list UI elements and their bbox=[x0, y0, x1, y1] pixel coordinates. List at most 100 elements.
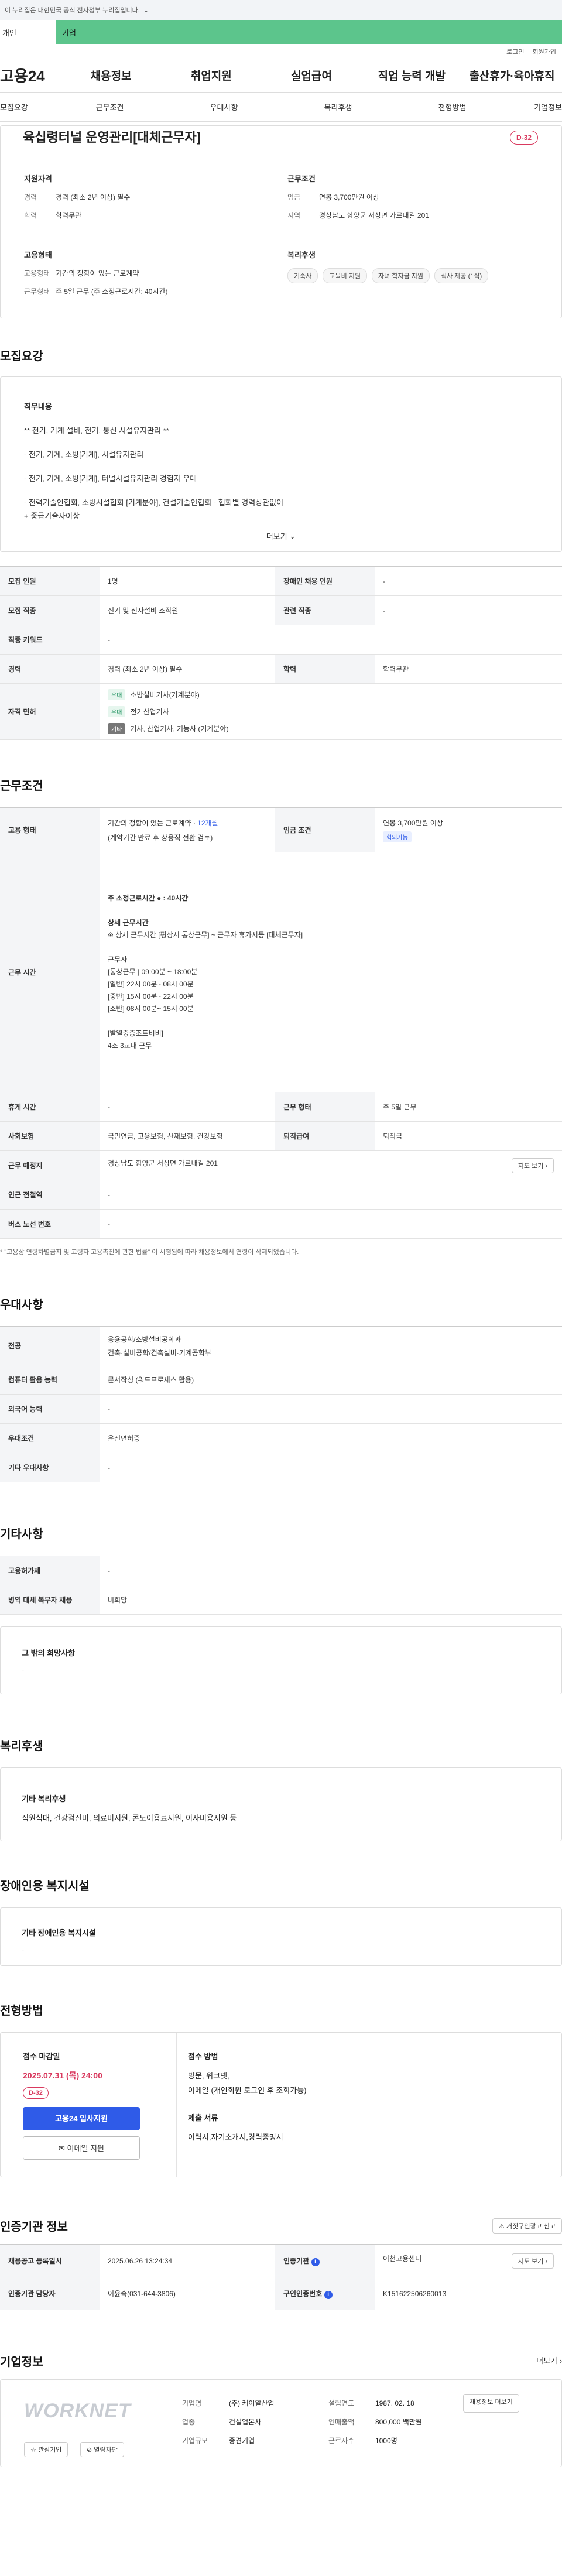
cert-no: K151622506260013 bbox=[375, 2277, 562, 2310]
tab-personal[interactable]: 개인 bbox=[0, 20, 56, 44]
welfare-chip: 식사 제공 (1식) bbox=[434, 268, 489, 283]
block-label: 열람차단 bbox=[94, 2447, 118, 2454]
job-type-header: 모집 직종 bbox=[0, 595, 100, 625]
recruit-count: 1명 bbox=[100, 566, 275, 596]
duty-line: - 전기, 기계, 소방[기계], 터널시설유지관리 경험자 우대 bbox=[24, 474, 197, 483]
employees: 1000명 bbox=[375, 2437, 397, 2445]
welfare-chip: 교육비 지원 bbox=[323, 268, 368, 283]
info-icon[interactable]: i bbox=[324, 2290, 333, 2299]
more-label: 더보기 bbox=[266, 532, 287, 541]
major: 응용공학/소방설비공학과 건축·설비공학/건축설비·기계공학부 bbox=[100, 1326, 562, 1365]
time-line: 근무자 bbox=[108, 955, 128, 964]
subnav-recruit[interactable]: 모집요강 bbox=[0, 101, 53, 112]
subnav-welfare[interactable]: 복리후생 bbox=[281, 101, 395, 112]
company-more-link[interactable]: 더보기 › bbox=[536, 2355, 562, 2366]
deadline-block: 접수 마감일 2025.07.31 (목) 24:00 D-32 고용24 입사… bbox=[23, 2050, 169, 2160]
workplace-address: 경상남도 함양군 서상면 가르내길 201 bbox=[108, 1159, 218, 1167]
career-header: 경력 bbox=[0, 654, 100, 684]
qualification-heading: 지원자격 bbox=[24, 174, 52, 183]
other-tag: 기타 bbox=[108, 723, 126, 734]
subnav-conditions[interactable]: 근무조건 bbox=[53, 101, 167, 112]
apply-button[interactable]: 고용24 입사지원 bbox=[23, 2107, 140, 2130]
apply-section-title: 전형방법 bbox=[0, 2005, 43, 2017]
job-type: 전기 및 전자설비 조작원 bbox=[100, 595, 275, 625]
retirement: 퇴직금 bbox=[375, 1121, 562, 1151]
permit-header: 고용허가제 bbox=[0, 1556, 100, 1585]
area-value: 경상남도 함양군 서상면 가르내길 201 bbox=[319, 211, 429, 220]
language-header: 외국어 능력 bbox=[0, 1394, 100, 1424]
military-header: 병역 대체 복무자 채용 bbox=[0, 1585, 100, 1615]
company-name-label: 기업명 bbox=[182, 2399, 202, 2407]
manager: 이윤숙(031-644-3806) bbox=[100, 2277, 275, 2310]
time-line: 4조 3교대 근무 bbox=[108, 1042, 152, 1050]
info-icon[interactable]: i bbox=[311, 2258, 320, 2266]
logo[interactable]: 고용24 bbox=[0, 64, 61, 86]
education: 학력무관 bbox=[375, 654, 562, 684]
welfare-chip: 기숙사 bbox=[287, 268, 318, 283]
manager-header: 인증기관 담당자 bbox=[0, 2277, 100, 2310]
nav-unemployment[interactable]: 실업급여 bbox=[261, 67, 361, 83]
detail-heading: 상세 근무시간 bbox=[108, 919, 149, 927]
disabled-section-title: 장애인용 복지시설 bbox=[0, 1880, 90, 1893]
nav-jobs[interactable]: 채용정보 bbox=[61, 67, 161, 83]
keyword: - bbox=[100, 625, 562, 655]
block-button[interactable]: ⊘ 열람차단 bbox=[80, 2442, 124, 2457]
related-job: - bbox=[375, 595, 562, 625]
insurance-header: 사회보험 bbox=[0, 1121, 100, 1151]
nav-training[interactable]: 직업 능력 개발 bbox=[362, 67, 462, 83]
company-logo: WORKNET bbox=[24, 2400, 131, 2422]
login-link[interactable]: 로그인 bbox=[506, 47, 524, 56]
work-time: 주 소정근로시간 ● : 40시간 상세 근무시간 ※ 상세 근무시간 [평상시… bbox=[100, 852, 562, 1092]
chevron-down-icon[interactable]: ⌄ bbox=[143, 6, 149, 14]
license-header: 자격 면허 bbox=[0, 683, 100, 740]
emp-type-text: 기간의 정함이 있는 근로계약 · bbox=[108, 818, 198, 827]
emp-type-value: 기간의 정함이 있는 근로계약 bbox=[56, 269, 139, 278]
company-more-label: 더보기 bbox=[536, 2356, 558, 2365]
job-description-card: 직무내용 ** 전기, 기계 설비, 전기, 통신 시설유지관리 ** - 전기… bbox=[0, 376, 562, 552]
agency-map-button[interactable]: 지도 보기 › bbox=[511, 2253, 554, 2269]
more-button[interactable]: 더보기 ⌄ bbox=[1, 520, 561, 551]
preference-section-title: 우대사항 bbox=[0, 1299, 43, 1311]
rest: - bbox=[100, 1092, 275, 1122]
nav-leave[interactable]: 출산휴가·육아휴직 bbox=[462, 67, 562, 83]
subnav-process[interactable]: 전형방법 bbox=[395, 101, 509, 112]
welfare-heading: 기타 복리후생 bbox=[22, 1794, 66, 1803]
email-apply-button[interactable]: ✉ 이메일 지원 bbox=[23, 2136, 140, 2160]
company-jobs-button[interactable]: 채용정보 더보기 bbox=[463, 2394, 519, 2413]
subnav-preference[interactable]: 우대사항 bbox=[167, 101, 281, 112]
wish-box: 그 밖의 희망사항 - bbox=[0, 1626, 562, 1694]
keyword-header: 직종 키워드 bbox=[0, 625, 100, 655]
nav-employment-support[interactable]: 취업지원 bbox=[161, 67, 261, 83]
sales: 800,000 백만원 bbox=[375, 2418, 422, 2426]
work-section-title: 근무조건 bbox=[0, 780, 43, 793]
report-button[interactable]: ⚠ 거짓구인광고 신고 bbox=[492, 2218, 562, 2234]
favorite-button[interactable]: ☆ 관심기업 bbox=[24, 2442, 68, 2457]
map-button-label: 지도 보기 bbox=[518, 1162, 544, 1170]
emp-type-note: (계약기간 만료 후 상용직 전환 검토) bbox=[108, 833, 213, 842]
signup-link[interactable]: 회원가입 bbox=[533, 47, 556, 56]
tab-business[interactable]: 기업 bbox=[56, 20, 562, 44]
gov-banner: 이 누리집은 대한민국 공식 전자정부 누리집입니다. ⌄ bbox=[0, 0, 562, 20]
station: - bbox=[100, 1180, 562, 1210]
wage-value: 연봉 3,700만원 이상 bbox=[319, 193, 379, 201]
emp-type-label: 고용형태 bbox=[24, 269, 50, 278]
cert-no-label: 구인인증번호 bbox=[283, 2289, 323, 2298]
gov-banner-text: 이 누리집은 대한민국 공식 전자정부 누리집입니다. bbox=[5, 7, 140, 14]
time-line: [발열중증조트비비] bbox=[108, 1029, 163, 1037]
welfare-box: 기타 복리후생 직원식대, 건강검진비, 의료비지원, 콘도이용료지원, 이사비… bbox=[0, 1767, 562, 1841]
subnav-company[interactable]: 기업정보 bbox=[509, 101, 562, 112]
org-value: 이천고용센터 bbox=[383, 2254, 422, 2263]
utility-links: 로그인 회원가입 bbox=[0, 44, 562, 59]
employees-label: 근로자수 bbox=[328, 2437, 355, 2445]
recruit-table: 모집 인원 1명 장애인 채용 인원 - 모집 직종 전기 및 전자설비 조작원… bbox=[0, 566, 562, 740]
divider bbox=[176, 2033, 177, 2177]
dday-badge: D-32 bbox=[509, 131, 538, 145]
permit: - bbox=[100, 1556, 562, 1585]
other-pref-header: 기타 우대사항 bbox=[0, 1453, 100, 1482]
report-label: 거짓구인광고 신고 bbox=[506, 2223, 556, 2230]
work-form-value: 주 5일 근무 (주 소정근로시간: 40시간) bbox=[56, 287, 168, 296]
chevron-down-icon: ⌄ bbox=[289, 531, 296, 540]
chevron-right-icon: › bbox=[545, 1162, 547, 1170]
map-button[interactable]: 지도 보기 › bbox=[511, 1157, 554, 1173]
